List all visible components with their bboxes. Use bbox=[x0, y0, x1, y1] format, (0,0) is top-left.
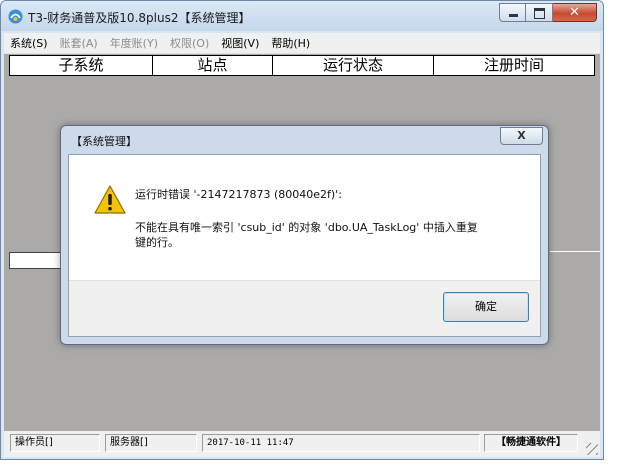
warning-icon bbox=[94, 185, 126, 214]
error-message: 运行时错误 '-2147217873 (80040e2f)': 不能在具有唯一索… bbox=[135, 187, 530, 250]
grid-header: 子系统 站点 运行状态 注册时间 bbox=[9, 55, 595, 76]
menu-help[interactable]: 帮助(H) bbox=[265, 35, 316, 51]
close-icon: X bbox=[517, 129, 526, 142]
maximize-icon bbox=[534, 8, 545, 19]
ok-button[interactable]: 确定 bbox=[443, 292, 529, 322]
close-button[interactable]: ✕ bbox=[553, 3, 597, 22]
column-run-status[interactable]: 运行状态 bbox=[273, 56, 434, 75]
menu-account-set[interactable]: 账套(A) bbox=[54, 35, 104, 51]
status-bar: 操作员[] 服务器[] 2017-10-11 11:47 【畅捷通软件】 bbox=[4, 431, 600, 457]
status-datetime: 2017-10-11 11:47 bbox=[202, 434, 480, 452]
error-line-1: 运行时错误 '-2147217873 (80040e2f)': bbox=[135, 188, 342, 201]
column-register-time[interactable]: 注册时间 bbox=[434, 56, 594, 75]
dialog-body: 运行时错误 '-2147217873 (80040e2f)': 不能在具有唯一索… bbox=[68, 154, 541, 337]
menu-annual-account[interactable]: 年度账(Y) bbox=[104, 35, 164, 51]
status-brand: 【畅捷通软件】 bbox=[484, 434, 578, 452]
error-line-2: 不能在具有唯一索引 'csub_id' 的对象 'dbo.UA_TaskLog'… bbox=[135, 221, 478, 249]
menu-bar: 系统(S) 账套(A) 年度账(Y) 权限(O) 视图(V) 帮助(H) bbox=[4, 33, 600, 53]
minimize-icon bbox=[509, 14, 518, 17]
dialog-footer: 确定 bbox=[69, 280, 540, 336]
title-bar[interactable]: T3-财务通普及版10.8plus2【系统管理】 ✕ bbox=[1, 1, 603, 31]
column-subsystem[interactable]: 子系统 bbox=[10, 56, 153, 75]
minimize-button[interactable] bbox=[499, 3, 526, 22]
column-site[interactable]: 站点 bbox=[153, 56, 273, 75]
status-operator: 操作员[] bbox=[10, 434, 100, 452]
close-icon: ✕ bbox=[569, 5, 580, 20]
grid-row[interactable] bbox=[9, 252, 64, 269]
resize-grip-icon[interactable] bbox=[586, 443, 598, 455]
error-dialog: 【系统管理】 X 运行时错误 '-2147217873 (80040e2f)':… bbox=[60, 125, 549, 345]
grid-row-line bbox=[550, 251, 600, 252]
app-icon bbox=[8, 9, 23, 24]
dialog-close-button[interactable]: X bbox=[500, 127, 543, 145]
maximize-button[interactable] bbox=[526, 3, 553, 22]
menu-permissions[interactable]: 权限(O) bbox=[164, 35, 215, 51]
status-server: 服务器[] bbox=[105, 434, 197, 452]
menu-view[interactable]: 视图(V) bbox=[215, 35, 265, 51]
window-controls: ✕ bbox=[499, 3, 597, 23]
dialog-title: 【系统管理】 bbox=[71, 135, 137, 148]
window-title: T3-财务通普及版10.8plus2【系统管理】 bbox=[28, 11, 251, 25]
menu-system[interactable]: 系统(S) bbox=[4, 35, 54, 51]
